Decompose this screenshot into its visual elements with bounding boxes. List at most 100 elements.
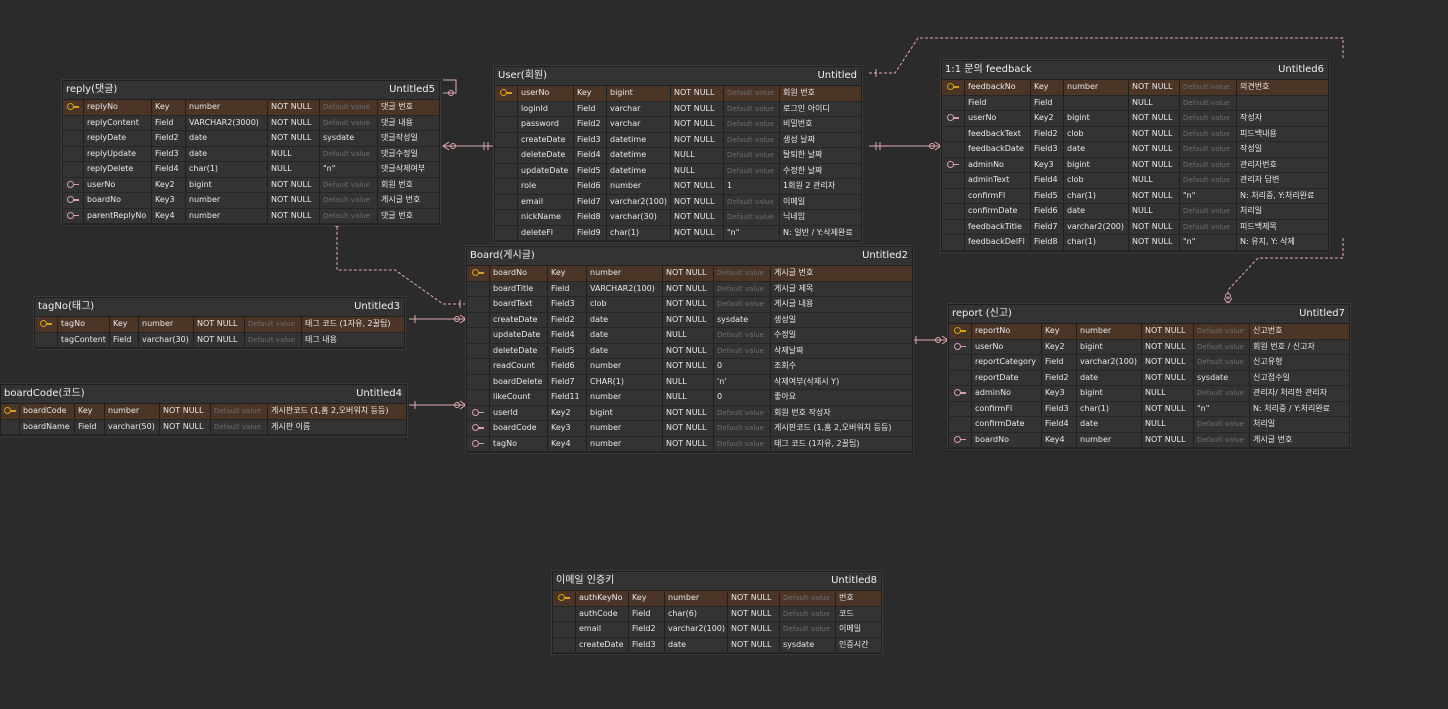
column-type[interactable]: number bbox=[104, 404, 159, 419]
column-row[interactable]: authKeyNo Key number NOT NULL Default value 번… bbox=[553, 591, 881, 607]
column-kind[interactable]: Key bbox=[109, 317, 138, 332]
column-kind[interactable]: Field2 bbox=[547, 312, 586, 327]
column-row[interactable]: tagNo Key number NOT NULL Default value 태그 코드… bbox=[35, 317, 404, 333]
column-name[interactable]: boardCode bbox=[489, 421, 547, 436]
column-name[interactable]: userNo bbox=[971, 339, 1041, 354]
column-name[interactable]: adminNo bbox=[964, 157, 1030, 172]
column-type[interactable]: bigint bbox=[1063, 157, 1128, 172]
column-row[interactable]: boardTitle Field VARCHAR2(100) NOT NULL Defa… bbox=[467, 281, 912, 297]
column-row[interactable]: feedbackText Field2 clob NOT NULL Default va… bbox=[942, 126, 1328, 142]
column-nullable[interactable]: NOT NULL bbox=[193, 317, 244, 332]
column-row[interactable]: reportCategory Field varchar2(100) NOT NULL… bbox=[949, 355, 1349, 371]
column-name[interactable]: confirmFl bbox=[964, 188, 1030, 203]
column-comment[interactable]: 1회원 2 관리자 bbox=[779, 179, 861, 194]
column-default-placeholder[interactable]: Default value bbox=[319, 146, 377, 161]
column-type[interactable]: VARCHAR2(100) bbox=[586, 281, 662, 296]
column-row[interactable]: email Field7 varchar2(100) NOT NULL Default … bbox=[495, 194, 861, 210]
column-row[interactable]: createDate Field3 datetime NOT NULL Default … bbox=[495, 132, 861, 148]
column-type[interactable]: varchar2(200) bbox=[1063, 219, 1128, 234]
column-comment[interactable]: 처리일 bbox=[1249, 417, 1349, 432]
column-comment[interactable]: 게시글 제목 bbox=[770, 281, 912, 296]
column-row[interactable]: tagContent Field varchar(30) NOT NULL Defaul… bbox=[35, 332, 404, 348]
column-comment[interactable]: 회원 번호 bbox=[779, 86, 861, 101]
column-kind[interactable]: Field5 bbox=[547, 343, 586, 358]
column-name[interactable]: authKeyNo bbox=[575, 591, 628, 606]
column-default-placeholder[interactable]: Default value bbox=[1193, 417, 1249, 432]
column-nullable[interactable]: NOT NULL bbox=[267, 208, 319, 223]
column-default[interactable]: sysdate bbox=[779, 637, 835, 652]
column-kind[interactable]: Key3 bbox=[547, 421, 586, 436]
column-default-placeholder[interactable]: Default value bbox=[210, 419, 267, 434]
column-kind[interactable]: Field5 bbox=[573, 163, 606, 178]
column-type[interactable]: bigint bbox=[606, 86, 670, 101]
column-default-placeholder[interactable]: Default value bbox=[723, 117, 779, 132]
column-default-placeholder[interactable]: Default value bbox=[713, 436, 770, 451]
column-default[interactable]: "n" bbox=[1179, 235, 1236, 250]
column-row[interactable]: feedbackDate Field3 date NOT NULL Default va… bbox=[942, 142, 1328, 158]
column-name[interactable]: createDate bbox=[517, 132, 573, 147]
column-name[interactable]: role bbox=[517, 179, 573, 194]
column-kind[interactable]: Field9 bbox=[573, 225, 606, 240]
column-kind[interactable]: Field3 bbox=[1041, 401, 1076, 416]
column-name[interactable]: feedbackNo bbox=[964, 80, 1030, 95]
column-default-placeholder[interactable]: Default value bbox=[713, 421, 770, 436]
column-row[interactable]: replyDate Field2 date NOT NULL sysdate 댓글작성일 bbox=[63, 131, 439, 147]
column-comment[interactable]: 생성일 bbox=[770, 312, 912, 327]
column-type[interactable]: number bbox=[586, 390, 662, 405]
column-default-placeholder[interactable]: Default value bbox=[1179, 219, 1236, 234]
column-row[interactable]: feedbackDelFl Field8 char(1) NOT NULL "n" N: … bbox=[942, 235, 1328, 251]
column-comment[interactable]: 좋아요 bbox=[770, 390, 912, 405]
column-nullable[interactable]: NOT NULL bbox=[670, 132, 723, 147]
column-name[interactable]: feedbackTitle bbox=[964, 219, 1030, 234]
column-name[interactable]: authCode bbox=[575, 606, 628, 621]
column-name[interactable]: Field bbox=[964, 95, 1030, 110]
column-type[interactable]: date bbox=[586, 328, 662, 343]
column-row[interactable]: deleteFl Field9 char(1) NOT NULL "n" N: 일반 / … bbox=[495, 225, 861, 241]
column-name[interactable]: deleteFl bbox=[517, 225, 573, 240]
column-default[interactable]: "n" bbox=[1179, 188, 1236, 203]
column-nullable[interactable]: NULL bbox=[267, 146, 319, 161]
column-kind[interactable]: Key2 bbox=[547, 405, 586, 420]
column-row[interactable]: userNo Key2 bigint NOT NULL Default value 회원 … bbox=[63, 177, 439, 193]
column-name[interactable]: tagNo bbox=[57, 317, 109, 332]
column-kind[interactable]: Field bbox=[74, 419, 104, 434]
column-kind[interactable]: Key2 bbox=[1030, 111, 1063, 126]
column-comment[interactable]: 피드백제목 bbox=[1236, 219, 1328, 234]
column-kind[interactable]: Key bbox=[1030, 80, 1063, 95]
column-comment[interactable]: 로그인 아이디 bbox=[779, 101, 861, 116]
column-kind[interactable]: Key bbox=[151, 100, 185, 115]
column-kind[interactable]: Key bbox=[547, 266, 586, 281]
column-type[interactable]: clob bbox=[1063, 173, 1128, 188]
column-name[interactable]: email bbox=[575, 622, 628, 637]
column-default-placeholder[interactable]: Default value bbox=[244, 317, 301, 332]
column-row[interactable]: updateDate Field5 datetime NULL Default valu… bbox=[495, 163, 861, 179]
column-default-placeholder[interactable]: Default value bbox=[779, 606, 835, 621]
column-name[interactable]: boardNo bbox=[83, 193, 151, 208]
column-comment[interactable]: 조회수 bbox=[770, 359, 912, 374]
column-comment[interactable]: 신고접수일 bbox=[1249, 370, 1349, 385]
column-comment[interactable]: 수정한 날짜 bbox=[779, 163, 861, 178]
column-nullable[interactable]: NULL bbox=[662, 374, 713, 389]
column-kind[interactable]: Field2 bbox=[1030, 126, 1063, 141]
column-name[interactable]: email bbox=[517, 194, 573, 209]
column-comment[interactable]: 댓글삭제여부 bbox=[377, 162, 439, 177]
column-type[interactable]: varchar2(100) bbox=[664, 622, 727, 637]
column-row[interactable]: likeCount Field11 number NULL 0 좋아요 bbox=[467, 390, 912, 406]
column-kind[interactable]: Field6 bbox=[547, 359, 586, 374]
entity-boardcode[interactable]: boardCode(코드) Untitled4 boardCode Key numb… bbox=[0, 384, 407, 436]
column-default-placeholder[interactable]: Default value bbox=[723, 86, 779, 101]
column-name[interactable]: confirmDate bbox=[971, 417, 1041, 432]
column-type[interactable]: date bbox=[1076, 370, 1141, 385]
column-default-placeholder[interactable]: Default value bbox=[723, 210, 779, 225]
column-type[interactable]: date bbox=[185, 131, 267, 146]
column-nullable[interactable]: NULL bbox=[670, 148, 723, 163]
column-comment[interactable]: 이메일 bbox=[779, 194, 861, 209]
column-comment[interactable]: 신고번호 bbox=[1249, 324, 1349, 339]
column-type[interactable]: number bbox=[185, 100, 267, 115]
column-name[interactable]: replyContent bbox=[83, 115, 151, 130]
column-type[interactable]: varchar(30) bbox=[138, 332, 193, 347]
column-name[interactable]: deleteDate bbox=[489, 343, 547, 358]
column-nullable[interactable]: NOT NULL bbox=[1128, 111, 1179, 126]
column-type[interactable]: varchar(30) bbox=[606, 210, 670, 225]
column-comment[interactable]: 의견번호 bbox=[1236, 80, 1328, 95]
